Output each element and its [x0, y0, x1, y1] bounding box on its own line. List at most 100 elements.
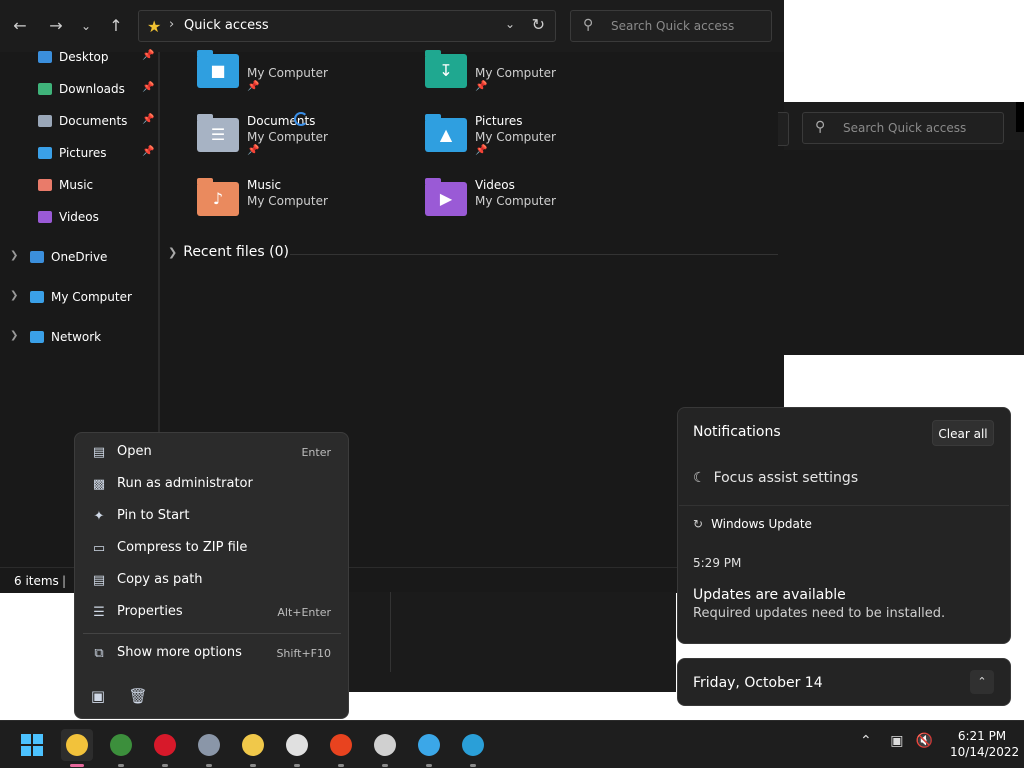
- lower-window-divider: [390, 592, 391, 672]
- sidebar-item-music[interactable]: Music: [0, 172, 158, 200]
- menu-item-open[interactable]: ▤ Open Enter: [83, 438, 341, 468]
- show-hidden-icons-chevron-icon[interactable]: ⌃: [860, 733, 872, 749]
- expand-chevron-icon[interactable]: ❯: [10, 290, 18, 301]
- pictures-icon: [38, 147, 52, 159]
- properties-icon: ☰: [93, 605, 105, 620]
- folder-tile[interactable]: ▶ Videos My Computer: [425, 178, 635, 230]
- folder-tile[interactable]: ■ My Computer 📌: [197, 50, 407, 102]
- sidebar-item-pictures[interactable]: Pictures 📌: [0, 140, 158, 168]
- delete-icon[interactable]: 🗑: [127, 685, 149, 707]
- taskbar: ⌃ ▣ 🔇 6:21 PM 10/14/2022: [0, 720, 1024, 768]
- search-icon: ⚲: [815, 119, 826, 135]
- up-arrow-icon[interactable]: ↑: [104, 14, 128, 38]
- sidebar-item-label: Videos: [59, 210, 99, 224]
- menu-item-copy-as-path[interactable]: ▤ Copy as path: [83, 566, 341, 596]
- running-indicator: [250, 764, 256, 767]
- sidebar-item-documents[interactable]: Documents 📌: [0, 108, 158, 136]
- menu-item-pin-to-start[interactable]: ✦ Pin to Start: [83, 502, 341, 532]
- background-address-bar[interactable]: [778, 112, 789, 146]
- taskbar-chrome-button[interactable]: [105, 729, 137, 767]
- focus-assist-link[interactable]: ☾ Focus assist settings: [693, 470, 858, 486]
- recent-files-label: Recent files (0): [183, 244, 289, 260]
- search-box[interactable]: ⚲ Search Quick access: [570, 10, 772, 42]
- refresh-icon[interactable]: ↻: [532, 15, 545, 34]
- menu-item-label: Compress to ZIP file: [117, 540, 248, 555]
- sidebar-item-onedrive[interactable]: ❯ OneDrive: [0, 244, 158, 272]
- folder-tile[interactable]: ▲ Pictures My Computer 📌: [425, 114, 635, 166]
- menu-item-show-more-options[interactable]: ⧉ Show more options Shift+F10: [83, 639, 341, 669]
- taskbar-java-button[interactable]: [281, 729, 313, 767]
- menu-item-label: Copy as path: [117, 572, 203, 587]
- taskbar-settings-button[interactable]: [193, 729, 225, 767]
- sidebar-item-label: My Computer: [51, 290, 132, 304]
- address-bar[interactable]: ★ › Quick access ⌄ ↻: [138, 10, 556, 42]
- pin-icon: 📌: [247, 81, 260, 92]
- folder-tile[interactable]: ↧ My Computer 📌: [425, 50, 635, 102]
- menu-item-label: Properties: [117, 604, 183, 619]
- folder-tile[interactable]: ♪ Music My Computer: [197, 178, 407, 230]
- clock-time: 6:21 PM: [957, 729, 1007, 743]
- clock-app-icon: [374, 734, 396, 756]
- taskbar-opera-button[interactable]: [149, 729, 181, 767]
- item-count: 6 items: [14, 574, 59, 588]
- music-icon: [38, 179, 52, 191]
- calendar-panel: Friday, October 14 ⌃: [677, 658, 1011, 706]
- menu-item-label: Open: [117, 444, 152, 459]
- sidebar-item-label: Pictures: [59, 146, 107, 160]
- shield-icon: ▩: [92, 477, 106, 492]
- clear-all-button[interactable]: Clear all: [932, 420, 994, 446]
- sidebar-item-desktop[interactable]: Desktop 📌: [0, 44, 158, 72]
- videos-folder-icon: ▶: [425, 178, 467, 216]
- menu-item-compress-to-zip-file[interactable]: ▭ Compress to ZIP file: [83, 534, 341, 564]
- address-dropdown-icon[interactable]: ⌄: [505, 17, 515, 31]
- taskbar-file-explorer-button[interactable]: [61, 729, 93, 767]
- status-separator: |: [62, 574, 67, 588]
- onedrive-icon: [30, 251, 44, 263]
- menu-item-properties[interactable]: ☰ Properties Alt+Enter: [83, 598, 341, 628]
- pin-icon: 📌: [142, 114, 155, 125]
- expand-chevron-icon[interactable]: ❯: [10, 330, 18, 341]
- taskbar-file-manager-button[interactable]: [237, 729, 269, 767]
- folder-name: Music: [247, 178, 282, 192]
- start-button-windows-icon[interactable]: [21, 734, 43, 756]
- taskbar-office-button[interactable]: [325, 729, 357, 767]
- notification-heading[interactable]: Updates are available: [693, 587, 846, 603]
- documents-folder-icon: ☰: [197, 114, 239, 152]
- office-icon: [330, 734, 352, 756]
- folder-name: Videos: [475, 178, 515, 192]
- taskbar-clock-app-button[interactable]: [369, 729, 401, 767]
- menu-item-shortcut: Alt+Enter: [277, 606, 331, 619]
- sidebar-item-label: Documents: [59, 114, 128, 128]
- running-indicator: [382, 764, 388, 767]
- taskbar-edge-button[interactable]: [457, 729, 489, 767]
- sidebar-item-network[interactable]: ❯ Network: [0, 324, 158, 352]
- volume-muted-icon[interactable]: 🔇: [916, 733, 933, 749]
- forward-arrow-icon[interactable]: →: [44, 14, 68, 38]
- address-text: Quick access: [184, 18, 269, 33]
- sidebar-item-videos[interactable]: Videos: [0, 204, 158, 232]
- taskbar-tips-button[interactable]: [413, 729, 445, 767]
- network-display-icon[interactable]: ▣: [890, 733, 903, 749]
- rename-icon[interactable]: ▣: [87, 685, 109, 707]
- taskbar-clock[interactable]: 6:21 PM 10/14/2022: [950, 728, 1019, 760]
- sidebar-item-downloads[interactable]: Downloads 📌: [0, 76, 158, 104]
- back-arrow-icon[interactable]: ←: [8, 14, 32, 38]
- java-icon: [286, 734, 308, 756]
- running-indicator: [294, 764, 300, 767]
- sidebar-item-my-computer[interactable]: ❯ My Computer: [0, 284, 158, 312]
- expand-calendar-chevron-icon[interactable]: ⌃: [970, 670, 994, 694]
- recent-locations-chevron-icon[interactable]: ⌄: [74, 14, 98, 38]
- notification-app-name: Windows Update: [711, 517, 812, 531]
- menu-separator: [83, 633, 341, 634]
- pictures-folder-icon: ▲: [425, 114, 467, 152]
- file-manager-icon: [242, 734, 264, 756]
- recent-files-header[interactable]: ❯ Recent files (0): [168, 244, 289, 260]
- background-search-box[interactable]: ⚲ Search Quick access: [802, 112, 1004, 144]
- section-divider: [290, 254, 778, 255]
- expand-chevron-icon[interactable]: ❯: [10, 250, 18, 261]
- pin-icon: 📌: [475, 145, 488, 156]
- folder-location: My Computer: [247, 66, 328, 80]
- calendar-date: Friday, October 14: [693, 675, 823, 691]
- menu-item-run-as-administrator[interactable]: ▩ Run as administrator: [83, 470, 341, 500]
- notification-body[interactable]: Required updates need to be installed.: [693, 606, 945, 621]
